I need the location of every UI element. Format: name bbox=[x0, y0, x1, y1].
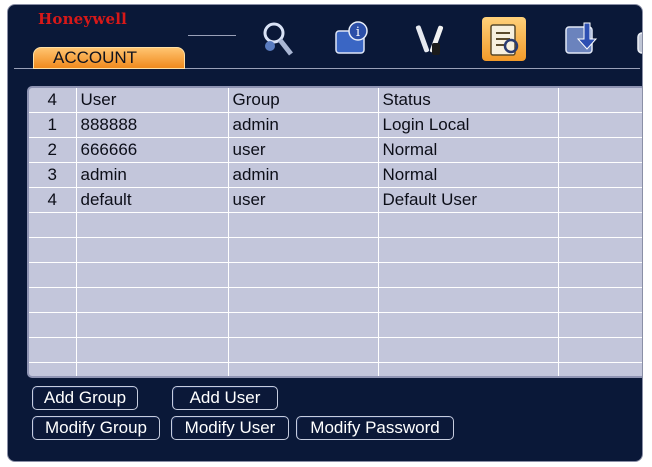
table-row[interactable]: 4 default user Default User bbox=[29, 187, 642, 213]
empty-cell bbox=[228, 237, 379, 263]
empty-cell bbox=[29, 312, 77, 338]
backup-icon[interactable] bbox=[558, 17, 602, 61]
empty-table-row bbox=[29, 237, 642, 263]
header-empty bbox=[558, 88, 642, 113]
empty-cell bbox=[76, 337, 229, 363]
account-window: Honeywell ACCOUNT i 4 User Group Status … bbox=[7, 4, 643, 462]
empty-cell bbox=[558, 287, 642, 313]
empty-cell bbox=[378, 362, 559, 376]
empty-cell bbox=[558, 237, 642, 263]
empty-cell bbox=[76, 237, 229, 263]
table-row[interactable]: 2 666666 user Normal bbox=[29, 137, 642, 163]
table-row[interactable]: 1 888888 admin Login Local bbox=[29, 112, 642, 138]
row-user: 888888 bbox=[76, 112, 229, 138]
empty-cell bbox=[378, 212, 559, 238]
header-group[interactable]: Group bbox=[228, 88, 379, 113]
empty-cell bbox=[558, 212, 642, 238]
empty-cell bbox=[378, 287, 559, 313]
empty-table-row bbox=[29, 287, 642, 313]
empty-cell bbox=[558, 262, 642, 288]
header-user[interactable]: User bbox=[76, 88, 229, 113]
user-table: 4 User Group Status 1 888888 admin Login… bbox=[29, 88, 642, 376]
empty-cell bbox=[76, 287, 229, 313]
row-group: admin bbox=[228, 162, 379, 188]
empty-table-row bbox=[29, 262, 642, 288]
row-group: user bbox=[228, 187, 379, 213]
row-group: admin bbox=[228, 112, 379, 138]
svg-text:i: i bbox=[356, 25, 360, 40]
empty-cell bbox=[558, 362, 642, 376]
brand-logo: Honeywell bbox=[38, 10, 127, 28]
info-book-icon[interactable]: i bbox=[330, 17, 374, 61]
tab-divider bbox=[188, 35, 236, 70]
empty-cell bbox=[558, 337, 642, 363]
empty-cell bbox=[29, 362, 77, 376]
empty-cell bbox=[228, 212, 379, 238]
empty-cell bbox=[76, 312, 229, 338]
row-number: 3 bbox=[29, 162, 77, 188]
user-list-panel: 4 User Group Status 1 888888 admin Login… bbox=[27, 86, 642, 378]
row-number: 2 bbox=[29, 137, 77, 163]
row-status: Normal bbox=[378, 162, 559, 188]
row-user: 666666 bbox=[76, 137, 229, 163]
row-number: 1 bbox=[29, 112, 77, 138]
table-row[interactable]: 3 admin admin Normal bbox=[29, 162, 642, 188]
add-group-button[interactable]: Add Group bbox=[32, 386, 138, 410]
row-number: 4 bbox=[29, 187, 77, 213]
empty-cell bbox=[29, 212, 77, 238]
modify-group-button[interactable]: Modify Group bbox=[32, 416, 160, 440]
table-header-row: 4 User Group Status bbox=[29, 88, 642, 113]
row-user: admin bbox=[76, 162, 229, 188]
empty-cell bbox=[29, 237, 77, 263]
toolbar: i bbox=[256, 17, 642, 65]
empty-cell bbox=[378, 312, 559, 338]
empty-cell bbox=[228, 312, 379, 338]
empty-cell bbox=[29, 262, 77, 288]
row-empty-cell bbox=[558, 137, 642, 163]
empty-cell bbox=[228, 262, 379, 288]
empty-cell bbox=[228, 362, 379, 376]
empty-cell bbox=[29, 337, 77, 363]
empty-cell bbox=[228, 337, 379, 363]
empty-cell bbox=[76, 262, 229, 288]
row-status: Default User bbox=[378, 187, 559, 213]
row-status: Normal bbox=[378, 137, 559, 163]
header-count: 4 bbox=[29, 88, 77, 113]
empty-cell bbox=[378, 262, 559, 288]
empty-cell bbox=[228, 287, 379, 313]
account-icon[interactable] bbox=[482, 17, 526, 61]
row-empty-cell bbox=[558, 112, 642, 138]
empty-table-row bbox=[29, 312, 642, 338]
header-status[interactable]: Status bbox=[378, 88, 559, 113]
empty-table-row bbox=[29, 362, 642, 376]
empty-cell bbox=[76, 212, 229, 238]
add-user-button[interactable]: Add User bbox=[172, 386, 278, 410]
empty-cell bbox=[558, 312, 642, 338]
row-user: default bbox=[76, 187, 229, 213]
empty-cell bbox=[76, 362, 229, 376]
shutdown-icon[interactable] bbox=[632, 17, 642, 61]
tab-account[interactable]: ACCOUNT bbox=[33, 47, 185, 69]
empty-table-row bbox=[29, 212, 642, 238]
row-empty-cell bbox=[558, 187, 642, 213]
row-empty-cell bbox=[558, 162, 642, 188]
empty-table-row bbox=[29, 337, 642, 363]
tab-underline bbox=[14, 68, 640, 75]
tools-icon[interactable] bbox=[408, 17, 452, 61]
search-icon[interactable] bbox=[256, 17, 300, 61]
modify-user-button[interactable]: Modify User bbox=[171, 416, 289, 440]
row-group: user bbox=[228, 137, 379, 163]
empty-cell bbox=[29, 287, 77, 313]
empty-cell bbox=[378, 237, 559, 263]
empty-cell bbox=[378, 337, 559, 363]
row-status: Login Local bbox=[378, 112, 559, 138]
modify-password-button[interactable]: Modify Password bbox=[296, 416, 454, 440]
